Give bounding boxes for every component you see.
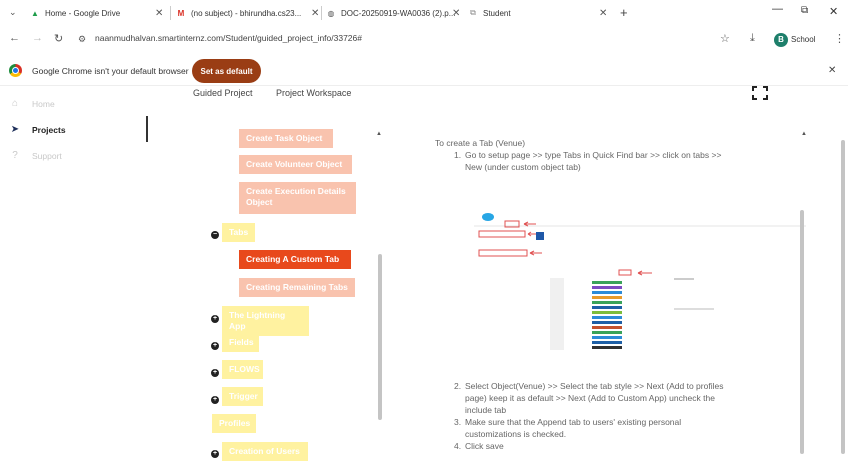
reload-icon[interactable]: ↻ <box>54 32 63 45</box>
tree-item-flows[interactable]: FLOWS <box>222 360 263 379</box>
step-3-text: Make sure that the Append tab to users' … <box>465 417 682 439</box>
bookmark-star-icon[interactable]: ☆ <box>720 32 730 45</box>
menu-kebab-icon[interactable]: ⋮ <box>834 32 845 45</box>
new-tab-button[interactable]: + <box>620 5 628 20</box>
close-icon[interactable]: ✕ <box>599 8 607 19</box>
expand-icon[interactable]: + <box>211 315 219 323</box>
sidebar-item-support[interactable]: ? Support <box>8 150 62 161</box>
step-1-text: Go to setup page >> type Tabs in Quick F… <box>465 150 722 172</box>
download-icon[interactable]: ⤓ <box>750 32 755 45</box>
chrome-logo-icon <box>9 64 22 77</box>
question-icon: ? <box>12 150 18 161</box>
content-heading: To create a Tab (Venue) <box>435 138 526 148</box>
tab-student[interactable]: ⧉ Student ✕ <box>468 0 610 26</box>
content-scroll-up-icon[interactable]: ▲ <box>801 131 807 137</box>
minimize-icon[interactable]: — <box>772 3 783 15</box>
tab-title: Home - Google Drive <box>45 8 121 18</box>
step-number: 4. <box>454 441 462 451</box>
tab-title: DOC-20250919-WA0036 (2).p... <box>341 8 456 18</box>
expand-icon[interactable]: + <box>211 396 219 404</box>
sidebar-item-label: Home <box>32 98 55 109</box>
tab-gmail[interactable]: M (no subject) - bhirundha.cs23... ✕ <box>176 0 321 26</box>
collapse-icon[interactable]: − <box>211 231 219 239</box>
tree-item-fields[interactable]: Fields <box>222 333 259 352</box>
close-icon[interactable]: ✕ <box>452 8 460 19</box>
sidebar-item-label: Projects <box>32 124 66 135</box>
sidebar-item-home[interactable]: ⌂ Home <box>8 98 55 109</box>
default-browser-banner: Google Chrome isn't your default browser… <box>0 56 848 86</box>
address-bar-row: ← → ↻ ⚙ naanmudhalvan.smartinternz.com/S… <box>0 26 848 54</box>
tab-doc[interactable]: ◍ DOC-20250919-WA0036 (2).p... ✕ <box>326 0 466 26</box>
step-2-text: Select Object(Venue) >> Select the tab s… <box>465 381 724 415</box>
tree-scroll-up-icon[interactable]: ▲ <box>376 131 382 137</box>
step-number: 3. <box>454 417 462 427</box>
page-icon: ⧉ <box>470 8 476 17</box>
restore-icon[interactable]: ⧉ <box>801 5 808 16</box>
window-close-icon[interactable]: ✕ <box>829 5 838 18</box>
forward-icon[interactable]: → <box>32 32 43 44</box>
tree-item-creation-of-users[interactable]: Creation of Users <box>222 442 308 461</box>
tab-project-workspace[interactable]: Project Workspace <box>276 88 351 98</box>
tree-item-create-task-object[interactable]: Create Task Object <box>239 129 333 148</box>
tree-item-create-execution-details-object[interactable]: Create Execution Details Object <box>239 182 356 214</box>
banner-message: Google Chrome isn't your default browser <box>32 66 189 76</box>
tab-search-icon[interactable]: ⌄ <box>9 7 17 18</box>
google-drive-icon: ▲ <box>31 8 39 18</box>
expand-icon[interactable]: + <box>211 450 219 458</box>
set-as-default-button[interactable]: Set as default <box>192 59 261 83</box>
gmail-icon: M <box>177 8 185 18</box>
paper-plane-icon: ➤ <box>10 124 20 135</box>
globe-icon: ◍ <box>327 8 335 18</box>
tree-item-trigger[interactable]: Trigger <box>222 387 263 406</box>
tree-item-lightning-app[interactable]: The Lightning App <box>222 306 309 336</box>
tree-item-create-volunteer-object[interactable]: Create Volunteer Object <box>239 155 352 174</box>
fullscreen-icon[interactable] <box>752 86 768 100</box>
site-info-icon[interactable]: ⚙ <box>78 34 86 45</box>
sidebar-item-label: Support <box>32 150 62 161</box>
tab-guided-project[interactable]: Guided Project <box>193 88 253 98</box>
banner-close-icon[interactable]: ✕ <box>828 65 836 76</box>
expand-icon[interactable]: + <box>211 369 219 377</box>
back-icon[interactable]: ← <box>9 32 20 44</box>
tree-item-creating-remaining-tabs[interactable]: Creating Remaining Tabs <box>239 278 355 297</box>
tab-strip: ⌄ ▲ Home - Google Drive ✕ M (no subject)… <box>0 0 848 26</box>
sidebar-item-projects[interactable]: ➤ Projects <box>8 124 66 135</box>
step-4-text: Click save <box>465 441 504 451</box>
tree-item-profiles[interactable]: Profiles <box>212 414 256 433</box>
expand-icon[interactable]: + <box>211 342 219 350</box>
tree-scrollbar[interactable] <box>378 254 382 420</box>
tree-item-tabs[interactable]: Tabs <box>222 223 255 242</box>
profile-label[interactable]: School <box>791 35 815 44</box>
tree-item-creating-a-custom-tab[interactable]: Creating A Custom Tab <box>239 250 351 269</box>
sidebar-active-indicator <box>146 116 148 142</box>
page-scrollbar[interactable] <box>841 140 845 454</box>
tab-title: Student <box>483 8 511 18</box>
step-number: 2. <box>454 381 462 391</box>
close-icon[interactable]: ✕ <box>155 8 163 19</box>
url-field[interactable]: naanmudhalvan.smartinternz.com/Student/g… <box>95 33 362 43</box>
tab-title: (no subject) - bhirundha.cs23... <box>191 8 302 18</box>
instruction-screenshot <box>474 198 806 358</box>
profile-avatar[interactable]: B <box>774 33 788 47</box>
tab-google-drive[interactable]: ▲ Home - Google Drive ✕ <box>30 0 170 26</box>
content-scrollbar[interactable] <box>800 210 804 454</box>
home-icon: ⌂ <box>11 98 19 109</box>
close-icon[interactable]: ✕ <box>311 8 319 19</box>
step-number: 1. <box>454 150 462 160</box>
